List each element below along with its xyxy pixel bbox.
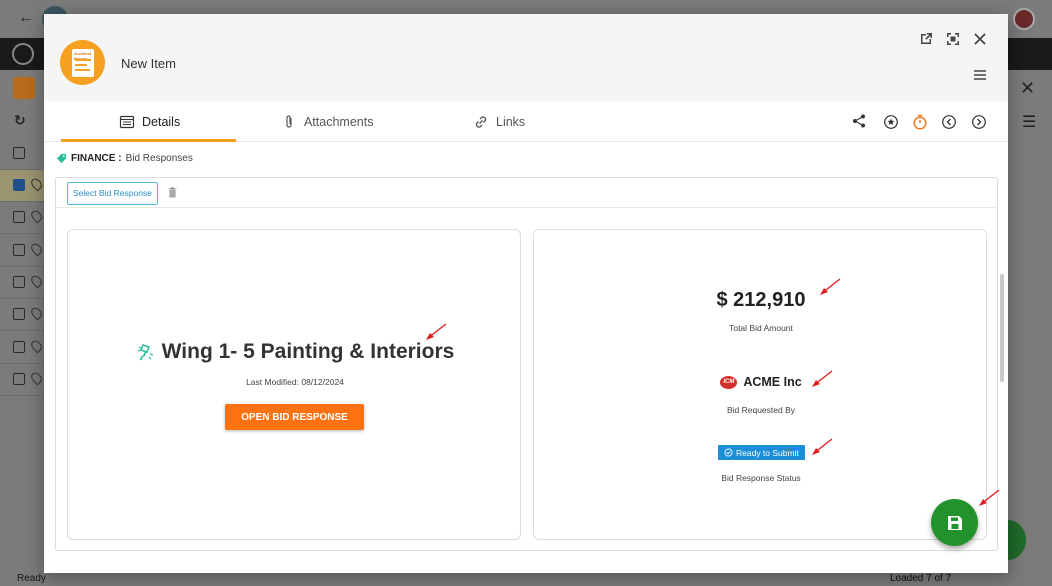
location-pin-icon	[29, 338, 44, 354]
bid-title: Wing 1- 5 Painting & Interiors	[161, 340, 455, 363]
bid-title-card: Wing 1- 5 Painting & Interiors Last Modi…	[67, 229, 521, 540]
bid-requested-by-label: Bid Requested By	[726, 405, 796, 415]
location-pin-icon	[29, 241, 44, 257]
checkbox[interactable]	[13, 179, 25, 191]
company-name: ACME Inc	[743, 375, 802, 389]
total-bid-amount: $ 212,910	[716, 289, 806, 311]
location-pin-icon	[29, 273, 44, 289]
active-tab-indicator	[61, 139, 236, 142]
location-pin-icon	[29, 370, 44, 386]
checkbox[interactable]	[13, 276, 25, 288]
close-icon[interactable]	[972, 31, 988, 47]
status-text: Ready to Submit	[736, 447, 799, 458]
list-item[interactable]	[0, 170, 44, 202]
item-modal: Architect Report New Item Details	[44, 14, 1008, 573]
paperclip-icon	[286, 114, 292, 128]
share-icon[interactable]	[851, 113, 867, 129]
checkbox[interactable]	[13, 341, 25, 353]
list-item[interactable]	[0, 267, 44, 299]
checkbox[interactable]	[13, 308, 25, 320]
bid-summary-card: $ 212,910 Total Bid Amount ICM ACME Inc …	[533, 229, 987, 540]
total-bid-amount-label: Total Bid Amount	[729, 323, 793, 333]
scrollbar[interactable]	[1000, 274, 1004, 382]
background-close-icon[interactable]: ✕	[1020, 78, 1035, 99]
refresh-icon[interactable]: ↻	[14, 112, 26, 129]
back-arrow-icon[interactable]: ←	[18, 9, 38, 29]
tab-attachments[interactable]: Attachments	[281, 101, 373, 142]
trash-icon[interactable]	[168, 187, 177, 198]
fullscreen-icon[interactable]	[945, 31, 961, 47]
module-app-icon	[13, 77, 35, 99]
list-item[interactable]	[0, 235, 44, 267]
annotation-arrow	[426, 323, 447, 340]
check-circle-icon	[724, 448, 733, 457]
tab-links[interactable]: Links	[473, 101, 525, 142]
annotation-arrow	[812, 370, 833, 387]
panel-toolbar: Select Bid Response	[56, 178, 997, 208]
favorite-star-icon[interactable]	[883, 114, 899, 130]
tab-label: Links	[496, 114, 526, 129]
annotation-arrow	[820, 278, 841, 295]
open-new-window-icon[interactable]	[918, 31, 934, 47]
status-ready: Ready	[17, 573, 46, 584]
breadcrumb-section[interactable]: Bid Responses	[126, 153, 193, 164]
finance-tag-icon	[56, 153, 67, 164]
checkbox[interactable]	[13, 373, 25, 385]
timer-icon[interactable]	[912, 114, 928, 130]
annotation-arrow	[979, 489, 1000, 506]
tab-details[interactable]: Details	[119, 101, 180, 142]
tab-label: Attachments	[304, 114, 374, 129]
bid-response-panel: Select Bid Response Wing 1- 5 Painting &…	[55, 177, 998, 551]
form-logo: Architect Report	[60, 40, 105, 85]
breadcrumb: FINANCE : Bid Responses	[56, 153, 193, 164]
location-pin-icon	[29, 305, 44, 321]
annotation-arrow	[812, 438, 833, 455]
paint-roller-icon	[137, 344, 153, 361]
checkbox[interactable]	[13, 147, 25, 159]
select-bid-response-button[interactable]: Select Bid Response	[67, 182, 158, 205]
save-button[interactable]	[931, 499, 978, 546]
open-bid-response-button[interactable]: OPEN BID RESPONSE	[225, 404, 364, 430]
save-icon	[947, 515, 962, 530]
menu-icon[interactable]	[972, 67, 988, 83]
checkbox[interactable]	[13, 211, 25, 223]
tab-bar: Details Attachments Links	[44, 101, 1008, 142]
user-avatar[interactable]	[1013, 8, 1035, 30]
list-item[interactable]	[0, 202, 44, 234]
status-badge: Ready to Submit	[718, 445, 805, 460]
next-icon[interactable]	[971, 114, 987, 130]
company-row: ICM ACME Inc	[534, 375, 988, 389]
link-icon	[475, 115, 487, 128]
list-item[interactable]	[0, 364, 44, 396]
company-logo: ICM	[720, 375, 738, 389]
modal-header: Architect Report New Item	[44, 14, 1008, 101]
list-item[interactable]	[0, 299, 44, 331]
background-menu-icon[interactable]: ☰	[1022, 112, 1036, 132]
location-pin-icon	[29, 176, 44, 192]
checkbox[interactable]	[13, 244, 25, 256]
timer-icon[interactable]	[12, 43, 34, 65]
background-right-strip	[1008, 70, 1052, 570]
loaded-count: Loaded 7 of 7	[890, 573, 952, 584]
breadcrumb-module: FINANCE :	[71, 153, 122, 164]
bid-response-status-label: Bid Response Status	[721, 473, 801, 483]
bid-title-row: Wing 1- 5 Painting & Interiors	[68, 340, 522, 364]
location-pin-icon	[29, 208, 44, 224]
previous-icon[interactable]	[941, 114, 957, 130]
last-modified: Last Modified: 08/12/2024	[246, 377, 344, 387]
modal-title: New Item	[121, 56, 176, 71]
list-item[interactable]	[0, 332, 44, 364]
details-icon	[119, 115, 135, 128]
tab-label: Details	[142, 114, 181, 129]
list-item[interactable]	[0, 138, 44, 170]
